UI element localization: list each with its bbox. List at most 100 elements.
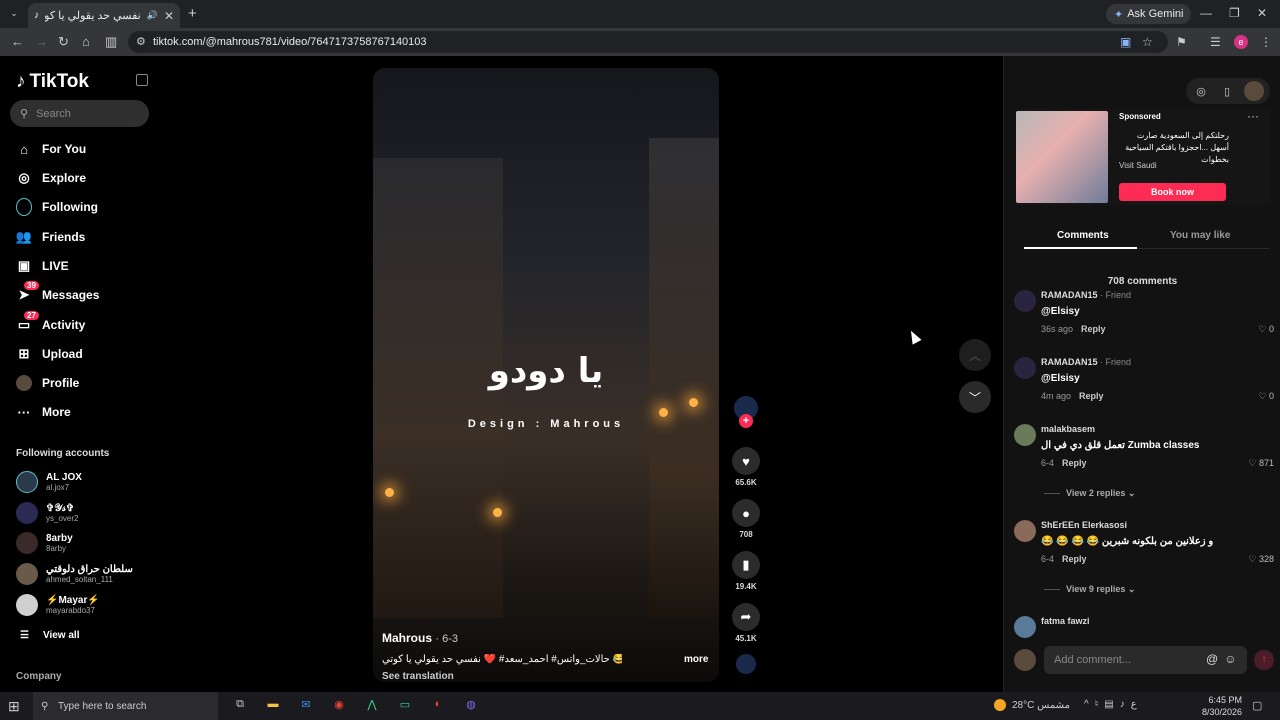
tab-comments[interactable]: Comments xyxy=(1057,230,1109,241)
share-button[interactable]: ➦ 45.1K xyxy=(731,603,761,643)
avatar[interactable] xyxy=(1014,520,1036,542)
see-translation-link[interactable]: See translation xyxy=(382,671,454,682)
taskbar-clock[interactable]: 6:45 PM 8/30/2026 xyxy=(1198,694,1242,718)
back-icon[interactable]: ← xyxy=(11,34,24,49)
chrome-icon[interactable]: ◉ xyxy=(331,698,347,714)
company-link[interactable]: Company xyxy=(16,671,62,682)
nav-for-you[interactable]: ⌂ For You xyxy=(16,139,86,159)
mention-icon[interactable]: @ xyxy=(1206,652,1218,666)
translate-icon[interactable]: ▣ xyxy=(1120,35,1131,49)
nav-explore[interactable]: ◎ Explore xyxy=(16,168,86,188)
reply-button[interactable]: Reply xyxy=(1062,554,1087,564)
comment-like-button[interactable]: ♡ 871 xyxy=(1248,458,1274,469)
windows-start-icon[interactable]: ⊞ xyxy=(8,698,20,715)
new-tab-icon[interactable]: + xyxy=(188,5,197,22)
nav-live[interactable]: ▣ LIVE xyxy=(16,256,69,276)
reply-button[interactable]: Reply xyxy=(1062,458,1087,468)
notifications-icon[interactable]: ▢ xyxy=(1252,699,1262,712)
comment-like-button[interactable]: ♡ 0 xyxy=(1258,391,1274,402)
tiktok-logo[interactable]: ♪ TikTok xyxy=(16,71,89,93)
avatar[interactable] xyxy=(1014,424,1036,446)
collapse-sidebar-icon[interactable] xyxy=(136,74,148,86)
forward-icon[interactable]: → xyxy=(35,34,48,49)
account-item[interactable]: ⚡Mayar⚡ mayarabdo37 xyxy=(16,592,100,618)
comment-user[interactable]: ShErEEn Elerkasosi xyxy=(1041,520,1127,530)
like-button[interactable]: ♥ 65.6K xyxy=(731,447,761,487)
mail-icon[interactable]: ✉ xyxy=(298,698,314,714)
microphone-icon[interactable]: ♮ xyxy=(1095,699,1099,710)
account-item[interactable]: سلطان حراق دلوقتي ahmed_soltan_111 xyxy=(16,561,133,587)
video-author[interactable]: Mahrous · 6-3 xyxy=(382,631,458,645)
app-icon[interactable]: ▭ xyxy=(397,698,413,714)
chevron-up-icon[interactable]: ^ xyxy=(1084,699,1089,710)
send-arrow-icon[interactable]: ↑ xyxy=(1254,650,1274,670)
nav-profile[interactable]: Profile xyxy=(16,373,79,393)
comment-user[interactable]: malakbasem xyxy=(1041,424,1095,434)
nav-activity[interactable]: ▭ 27 Activity xyxy=(16,311,85,335)
close-tab-icon[interactable]: ✕ xyxy=(164,9,174,23)
input-language[interactable]: ع xyxy=(1131,699,1137,710)
home-icon[interactable]: ⌂ xyxy=(82,34,90,49)
nav-messages[interactable]: ➤ 39 Messages xyxy=(16,281,99,305)
capcut-icon[interactable]: ⋀ xyxy=(364,698,380,714)
comment-user[interactable]: fatma fawzi xyxy=(1041,616,1090,626)
comment-button[interactable]: ● 708 xyxy=(731,499,761,539)
device-icon[interactable]: ▯ xyxy=(1218,82,1236,100)
author-avatar-button[interactable]: + xyxy=(731,396,761,428)
nav-more[interactable]: ··· More xyxy=(16,402,71,422)
task-view-icon[interactable]: ⧉ xyxy=(232,698,248,714)
compass-icon[interactable]: ◎ xyxy=(1192,82,1210,100)
account-item[interactable]: ✞𝒴𝓈✞ ys_over2 xyxy=(16,500,78,526)
nav-friends[interactable]: 👥 Friends xyxy=(16,227,85,247)
view-all-link[interactable]: ☰ View all xyxy=(20,630,79,641)
weather-widget[interactable]: 28°C مشمس xyxy=(994,699,1070,711)
address-bar[interactable]: ⚙ tiktok.com/@mahrous781/video/764717375… xyxy=(128,31,1168,53)
avatar[interactable] xyxy=(1014,616,1036,638)
side-panel-icon[interactable]: ▥ xyxy=(105,34,117,50)
next-video-chevron-down-icon[interactable]: ﹀ xyxy=(959,381,991,413)
view-replies-button[interactable]: View 9 replies ⌄ xyxy=(1044,584,1135,595)
save-button[interactable]: ▮ 19.4K xyxy=(731,551,761,591)
avatar[interactable] xyxy=(1014,357,1036,379)
volume-icon[interactable]: ♪ xyxy=(1120,699,1125,710)
discord-icon[interactable]: ◍ xyxy=(463,698,479,714)
browser-tab[interactable]: ♪ نفسي حد يقولي يا كوتي — ... 🔊 ✕ xyxy=(28,3,180,28)
reply-button[interactable]: Reply xyxy=(1081,324,1106,334)
site-info-icon[interactable]: ⚙ xyxy=(136,35,146,48)
ad-options-icon[interactable]: ··· xyxy=(1247,109,1259,123)
comment-user[interactable]: RAMADAN15 · Friend xyxy=(1041,357,1131,367)
extensions-icon[interactable]: ⚑ xyxy=(1176,35,1187,49)
emoji-icon[interactable]: ☺ xyxy=(1224,652,1236,666)
view-replies-button[interactable]: View 2 replies ⌄ xyxy=(1044,488,1135,499)
bookmark-star-icon[interactable]: ☆ xyxy=(1142,35,1153,49)
account-item[interactable]: 8arby 8arby xyxy=(16,530,73,556)
speaker-icon[interactable]: 🔊 xyxy=(147,10,158,21)
book-now-button[interactable]: Book now xyxy=(1119,183,1226,201)
taskbar-search-input[interactable]: ⚲ Type here to search xyxy=(33,692,218,720)
user-avatar[interactable] xyxy=(1244,81,1264,101)
sponsored-ad[interactable]: Sponsored ··· رحلتكم إلى السعودية صارت أ… xyxy=(1016,109,1271,205)
comment-like-button[interactable]: ♡ 328 xyxy=(1248,554,1274,565)
comment-user[interactable]: RAMADAN15 · Friend xyxy=(1041,290,1131,300)
follow-plus-icon[interactable]: + xyxy=(739,414,753,428)
video-player[interactable]: يا دودو Design : Mahrous Mahrous · 6-3 ح… xyxy=(373,68,719,682)
chrome-menu-icon[interactable]: ⋮ xyxy=(1260,35,1272,49)
chrome-profile-avatar[interactable]: e xyxy=(1234,35,1248,49)
reply-button[interactable]: Reply xyxy=(1079,391,1104,401)
nav-upload[interactable]: ⊞ Upload xyxy=(16,344,83,364)
reload-icon[interactable]: ↻ xyxy=(58,34,69,50)
avatar[interactable] xyxy=(1014,290,1036,312)
file-explorer-icon[interactable]: ▬ xyxy=(265,698,281,714)
sound-avatar[interactable] xyxy=(731,654,761,674)
search-input[interactable]: ⚲ Search xyxy=(10,100,149,127)
caption-more-button[interactable]: more xyxy=(684,654,708,665)
close-window-icon[interactable]: ✕ xyxy=(1257,6,1267,20)
ask-gemini-button[interactable]: ✦ Ask Gemini xyxy=(1106,4,1192,24)
tab-you-may-like[interactable]: You may like xyxy=(1170,230,1230,241)
account-item[interactable]: AL JOX al.jox7 xyxy=(16,469,82,495)
tab-search-icon[interactable]: ⌄ xyxy=(6,5,22,21)
nav-following[interactable]: Following xyxy=(16,197,98,217)
restore-icon[interactable]: ❐ xyxy=(1229,6,1240,20)
reading-list-icon[interactable]: ☰ xyxy=(1210,35,1221,49)
recorder-icon[interactable]: ◐ xyxy=(430,698,446,714)
